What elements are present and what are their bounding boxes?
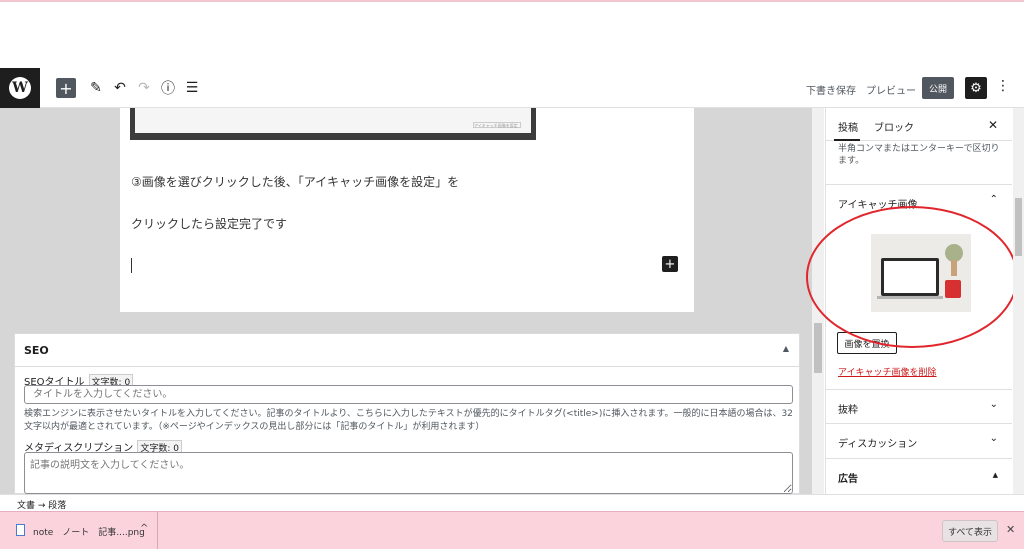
scrollbar-thumb[interactable] (814, 323, 822, 373)
block-inserter-icon[interactable]: + (662, 256, 678, 272)
chevron-up-icon[interactable]: ^ (140, 523, 148, 534)
seo-metabox: SEO ▲ SEOタイトル文字数: 0 検索エンジンに表示させたいタイトルを入力… (14, 333, 800, 494)
seo-title-help: 検索エンジンに表示させたいタイトルを入力してください。記事のタイトルより、こちら… (24, 409, 793, 432)
scrollbar-thumb[interactable] (1015, 198, 1022, 256)
redo-icon[interactable]: ↷ (134, 78, 154, 98)
block-breadcrumb[interactable]: 文書 → 段落 (0, 494, 1024, 511)
more-options-icon[interactable]: ⋮ (996, 78, 1010, 94)
embedded-caption: アイキャッチ画像を設定 (473, 122, 521, 128)
ad-title: 広告 (838, 474, 858, 485)
mug-graphic (945, 280, 961, 298)
tools-pen-icon[interactable]: ✎ (86, 78, 106, 98)
paragraph-block[interactable]: クリックしたら設定完了です (131, 215, 287, 232)
active-tab-indicator (834, 139, 860, 141)
meta-description-textarea[interactable] (24, 452, 793, 494)
settings-sidebar: 投稿 ブロック ✕ 半角コンマまたはエンターキーで区切ります。 アイキャッチ画像… (825, 108, 1012, 494)
laptop-graphic (881, 258, 939, 296)
paragraph-block[interactable]: ③画像を選びクリックした後、「アイキャッチ画像を設定」を (131, 173, 459, 190)
preview-button[interactable]: プレビュー (866, 82, 916, 97)
chevron-up-icon[interactable]: ⌃ (990, 194, 998, 205)
add-block-button[interactable]: + (56, 78, 76, 98)
replace-image-button[interactable]: 画像を置換 (837, 332, 897, 354)
info-icon[interactable]: ⓘ (158, 78, 178, 98)
close-icon[interactable]: ✕ (1006, 523, 1015, 536)
undo-icon[interactable]: ↶ (110, 78, 130, 98)
tags-help-text: 半角コンマまたはエンターキーで区切ります。 (838, 144, 1000, 166)
tab-post[interactable]: 投稿 (838, 119, 858, 134)
discussion-panel-header[interactable]: ディスカッション ⌄ (826, 423, 1012, 457)
publish-button[interactable]: 公開 (922, 77, 954, 99)
file-icon (16, 524, 25, 536)
settings-gear-icon[interactable]: ⚙ (965, 77, 987, 99)
sidebar-tabs: 投稿 ブロック ✕ (826, 108, 1012, 141)
discussion-title: ディスカッション (838, 439, 918, 450)
seo-title-input[interactable] (24, 385, 793, 404)
collapse-toggle-icon[interactable]: ▲ (783, 344, 789, 353)
embedded-screenshot-content: アイキャッチ画像を設定 (135, 108, 531, 133)
excerpt-panel-header[interactable]: 抜粋 ⌄ (826, 389, 1012, 423)
tab-block[interactable]: ブロック (874, 119, 914, 134)
wordpress-icon: W (9, 77, 31, 99)
download-file-name: note ノート 記事....png (33, 528, 145, 538)
download-item[interactable]: note ノート 記事....png ^ (8, 512, 158, 549)
remove-featured-image-link[interactable]: アイキャッチ画像を削除 (838, 365, 937, 378)
ad-panel-header[interactable]: 広告 ▲ (826, 458, 1012, 492)
top-banner (0, 0, 1024, 68)
chevron-down-icon[interactable]: ⌄ (990, 399, 998, 410)
list-view-icon[interactable]: ☰ (182, 78, 202, 98)
featured-image-panel-header[interactable]: アイキャッチ画像 ⌃ (826, 184, 1012, 218)
featured-image-thumbnail[interactable] (871, 234, 971, 312)
download-bar: note ノート 記事....png ^ すべて表示 ✕ (0, 511, 1024, 549)
sidebar-scrollbar[interactable] (1013, 108, 1024, 494)
seo-metabox-header[interactable]: SEO ▲ (15, 334, 799, 367)
text-caret[interactable] (131, 258, 132, 273)
vase-graphic (951, 260, 957, 276)
save-draft-button[interactable]: 下書き保存 (806, 82, 856, 97)
collapse-toggle-icon[interactable]: ▲ (993, 471, 998, 479)
seo-metabox-title: SEO (24, 344, 49, 357)
show-all-downloads-button[interactable]: すべて表示 (942, 520, 998, 542)
close-icon[interactable]: ✕ (988, 118, 998, 132)
laptop-base-graphic (877, 296, 943, 299)
chevron-down-icon[interactable]: ⌄ (990, 433, 998, 444)
featured-image-title: アイキャッチ画像 (838, 200, 918, 211)
editor-toolbar: W + ✎ ↶ ↷ ⓘ ☰ 下書き保存 プレビュー 公開 ⚙ ⋮ (0, 68, 1024, 108)
excerpt-title: 抜粋 (838, 405, 858, 416)
editor-scrollbar[interactable] (812, 108, 824, 494)
wordpress-logo-button[interactable]: W (0, 68, 40, 108)
